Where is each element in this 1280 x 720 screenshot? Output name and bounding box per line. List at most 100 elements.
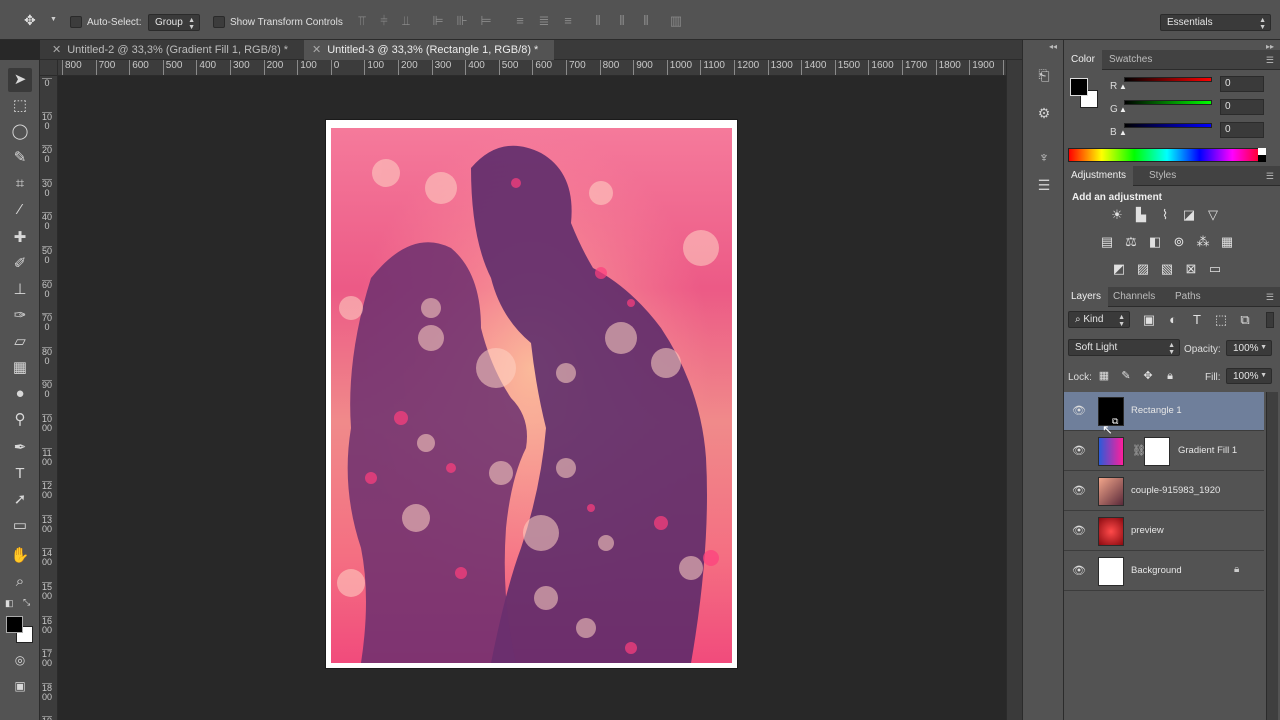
align-left-icon[interactable]: ⊫	[430, 13, 446, 29]
align-vcenter-icon[interactable]: ⫩	[376, 13, 392, 29]
layer-row[interactable]: 👁︎ couple-915983_1920	[1064, 472, 1264, 511]
layer-row[interactable]: 👁︎ ⛓ Gradient Fill 1	[1064, 432, 1264, 471]
curves-icon[interactable]: ⌇	[1156, 207, 1174, 223]
panel-menu-icon[interactable]: ☰	[1266, 55, 1274, 66]
color-balance-icon[interactable]: ⚖	[1122, 234, 1140, 250]
canvas-area[interactable]	[58, 76, 1006, 720]
default-colors-icon[interactable]: ◧	[5, 598, 14, 609]
r-slider[interactable]	[1124, 77, 1212, 82]
tab-color[interactable]: Color	[1064, 50, 1102, 70]
tab-channels[interactable]: Channels	[1106, 287, 1162, 307]
blend-mode-dropdown[interactable]: Soft Light ▲ ▼	[1068, 339, 1180, 356]
b-slider[interactable]	[1124, 123, 1212, 128]
type-tool-icon[interactable]: T	[8, 462, 32, 486]
channel-mixer-icon[interactable]: ⁂	[1194, 234, 1212, 250]
paragraph-panel-icon[interactable]: ☰	[1033, 174, 1055, 196]
workspace-dropdown[interactable]: Essentials ▲ ▼	[1160, 14, 1271, 31]
tab-swatches[interactable]: Swatches	[1102, 50, 1159, 70]
auto-select-checkbox[interactable]	[70, 16, 82, 28]
r-value-input[interactable]: 0	[1220, 76, 1264, 92]
clone-stamp-tool-icon[interactable]: ⊥	[8, 278, 32, 302]
quick-selection-tool-icon[interactable]: ✎	[8, 146, 32, 170]
spectrum-black-white[interactable]	[1258, 148, 1266, 162]
brush-presets-icon[interactable]: ♆	[1033, 146, 1055, 168]
distribute-hcenter-icon[interactable]: ⦀	[614, 13, 630, 29]
b-value-input[interactable]: 0	[1220, 122, 1264, 138]
visibility-eye-icon[interactable]: 👁︎	[1072, 484, 1086, 498]
slider-handle-icon[interactable]: ▲	[1119, 82, 1127, 91]
blur-tool-icon[interactable]: ●	[8, 382, 32, 406]
screen-mode-icon[interactable]: ▣	[8, 674, 32, 698]
auto-select-dropdown[interactable]: Group ▲ ▼	[148, 14, 200, 31]
slider-handle-icon[interactable]: ▲	[1119, 105, 1127, 114]
visibility-eye-icon[interactable]: 👁︎	[1072, 564, 1086, 578]
lock-all-icon[interactable]: 🔒︎	[1161, 368, 1179, 384]
lock-transparent-icon[interactable]: ▦	[1095, 368, 1113, 384]
filter-pixel-icon[interactable]: ▣	[1140, 312, 1158, 328]
foreground-color-swatch[interactable]	[6, 616, 23, 633]
path-selection-tool-icon[interactable]: ➚	[8, 488, 32, 512]
collapse-dock-icon[interactable]: ◂◂	[1049, 42, 1057, 51]
filter-adjustment-icon[interactable]: ◐	[1164, 312, 1182, 328]
align-bottom-icon[interactable]: ⫫	[398, 13, 414, 29]
filter-toggle[interactable]	[1266, 312, 1274, 328]
filter-smart-object-icon[interactable]: ⧉	[1236, 312, 1254, 328]
lock-image-icon[interactable]: ✎	[1117, 368, 1135, 384]
align-right-icon[interactable]: ⊨	[478, 13, 494, 29]
eraser-tool-icon[interactable]: ▱	[8, 330, 32, 354]
gradient-tool-icon[interactable]: ▦	[8, 356, 32, 380]
eyedropper-tool-icon[interactable]: ⁄	[8, 198, 32, 222]
tab-layers[interactable]: Layers	[1064, 287, 1109, 307]
opacity-input[interactable]: 100% ▼	[1226, 340, 1272, 356]
layer-row[interactable]: 👁︎ Background 🔒︎	[1064, 552, 1264, 591]
move-tool-icon[interactable]: ✥	[24, 12, 36, 29]
hue-saturation-icon[interactable]: ▤	[1098, 234, 1116, 250]
layer-filter-dropdown[interactable]: ⌕ Kind ▲ ▼	[1068, 311, 1130, 328]
tab-untitled-2[interactable]: ✕ Untitled-2 @ 33,3% (Gradient Fill 1, RG…	[44, 40, 302, 60]
tab-styles[interactable]: Styles	[1142, 166, 1183, 186]
slider-handle-icon[interactable]: ▲	[1119, 128, 1127, 137]
exposure-icon[interactable]: ◪	[1180, 207, 1198, 223]
properties-panel-icon[interactable]: ⚙	[1033, 102, 1055, 124]
dodge-tool-icon[interactable]: ⚲	[8, 408, 32, 432]
marquee-tool-icon[interactable]: ⬚	[8, 94, 32, 118]
filter-type-icon[interactable]: T	[1188, 312, 1206, 328]
swap-colors-icon[interactable]: ⤡	[23, 597, 30, 608]
fg-color-swatch[interactable]	[1070, 78, 1088, 96]
distribute-bottom-icon[interactable]: ≡	[560, 13, 576, 29]
tool-preset-chevron-icon[interactable]: ▼	[50, 16, 57, 23]
brightness-contrast-icon[interactable]: ☀	[1108, 207, 1126, 223]
close-tab-icon[interactable]: ✕	[312, 44, 321, 56]
visibility-eye-icon[interactable]: 👁︎	[1072, 524, 1086, 538]
posterize-icon[interactable]: ▨	[1134, 261, 1152, 277]
artwork-image[interactable]	[331, 128, 732, 663]
rectangle-tool-icon[interactable]: ▭	[8, 514, 32, 538]
filter-shape-icon[interactable]: ⬚	[1212, 312, 1230, 328]
canvas-scrollbar[interactable]	[1006, 60, 1022, 720]
vibrance-icon[interactable]: ▽	[1204, 207, 1222, 223]
color-spectrum-ramp[interactable]	[1068, 148, 1266, 162]
zoom-tool-icon[interactable]: ⌕	[8, 570, 32, 594]
distribute-vcenter-icon[interactable]: ≣	[536, 13, 552, 29]
visibility-eye-icon[interactable]: 👁︎	[1072, 404, 1086, 418]
black-white-icon[interactable]: ◧	[1146, 234, 1164, 250]
visibility-eye-icon[interactable]: 👁︎	[1072, 444, 1086, 458]
healing-brush-tool-icon[interactable]: ✚	[8, 226, 32, 250]
levels-icon[interactable]: ▙	[1132, 207, 1150, 223]
lock-position-icon[interactable]: ✥	[1139, 368, 1157, 384]
layer-row[interactable]: 👁︎ ⧉ ↖ Rectangle 1	[1064, 392, 1264, 437]
photo-filter-icon[interactable]: ⊚	[1170, 234, 1188, 250]
distribute-top-icon[interactable]: ≡	[512, 13, 528, 29]
invert-icon[interactable]: ◩	[1110, 261, 1128, 277]
g-slider[interactable]	[1124, 100, 1212, 105]
threshold-icon[interactable]: ▧	[1158, 261, 1176, 277]
quick-mask-icon[interactable]: ◎	[8, 648, 32, 672]
crop-tool-icon[interactable]: ⌗	[8, 172, 32, 196]
gradient-map-icon[interactable]: ▭	[1206, 261, 1224, 277]
horizontal-ruler[interactable]: 800 700 600 500 400 300 200 100 0 100 200 300 400 500…	[58, 60, 1006, 76]
history-panel-icon[interactable]: ⎗	[1033, 64, 1055, 86]
hand-tool-icon[interactable]: ✋	[8, 544, 32, 568]
move-tool-icon[interactable]: ➤	[8, 68, 32, 92]
fill-input[interactable]: 100% ▼	[1226, 368, 1272, 384]
color-lookup-icon[interactable]: ▦	[1218, 234, 1236, 250]
